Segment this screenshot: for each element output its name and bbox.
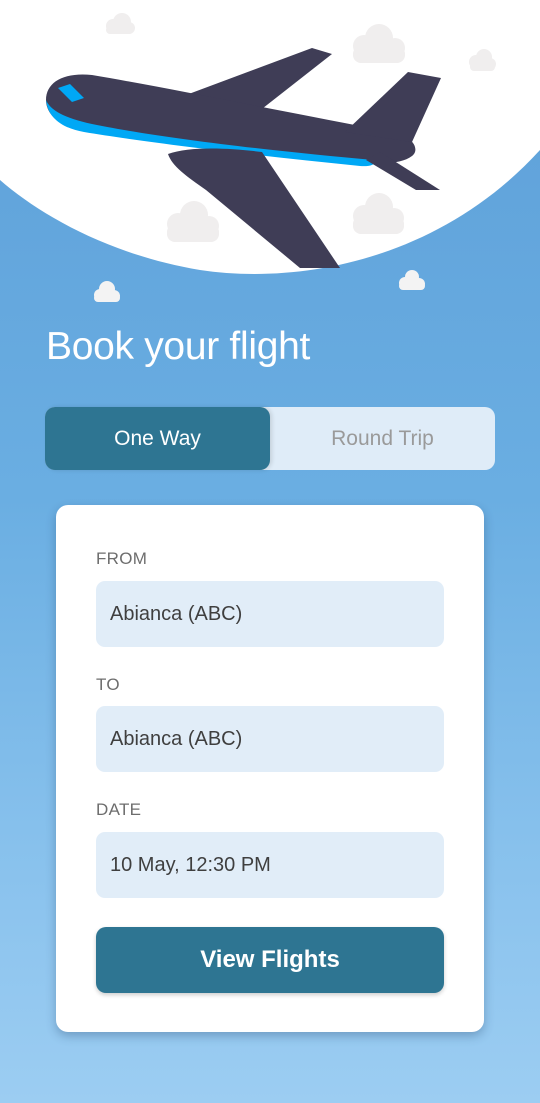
to-field[interactable]: Abianca (ABC) bbox=[96, 706, 444, 772]
cloud-icon bbox=[94, 281, 120, 302]
date-field[interactable]: 10 May, 12:30 PM bbox=[96, 832, 444, 898]
to-label: TO bbox=[96, 675, 120, 694]
hero-illustration bbox=[0, 0, 540, 302]
booking-form-card: FROM Abianca (ABC) TO Abianca (ABC) DATE… bbox=[56, 505, 484, 1032]
cloud-icon bbox=[399, 270, 425, 290]
view-flights-button[interactable]: View Flights bbox=[96, 927, 444, 993]
date-label: DATE bbox=[96, 800, 142, 819]
round-trip-tab[interactable]: Round Trip bbox=[270, 407, 495, 470]
trip-type-toggle: One Way Round Trip bbox=[45, 407, 495, 470]
from-field[interactable]: Abianca (ABC) bbox=[96, 581, 444, 647]
page-title: Book your flight bbox=[46, 325, 311, 368]
one-way-tab[interactable]: One Way bbox=[45, 407, 270, 470]
from-label: FROM bbox=[96, 549, 148, 568]
